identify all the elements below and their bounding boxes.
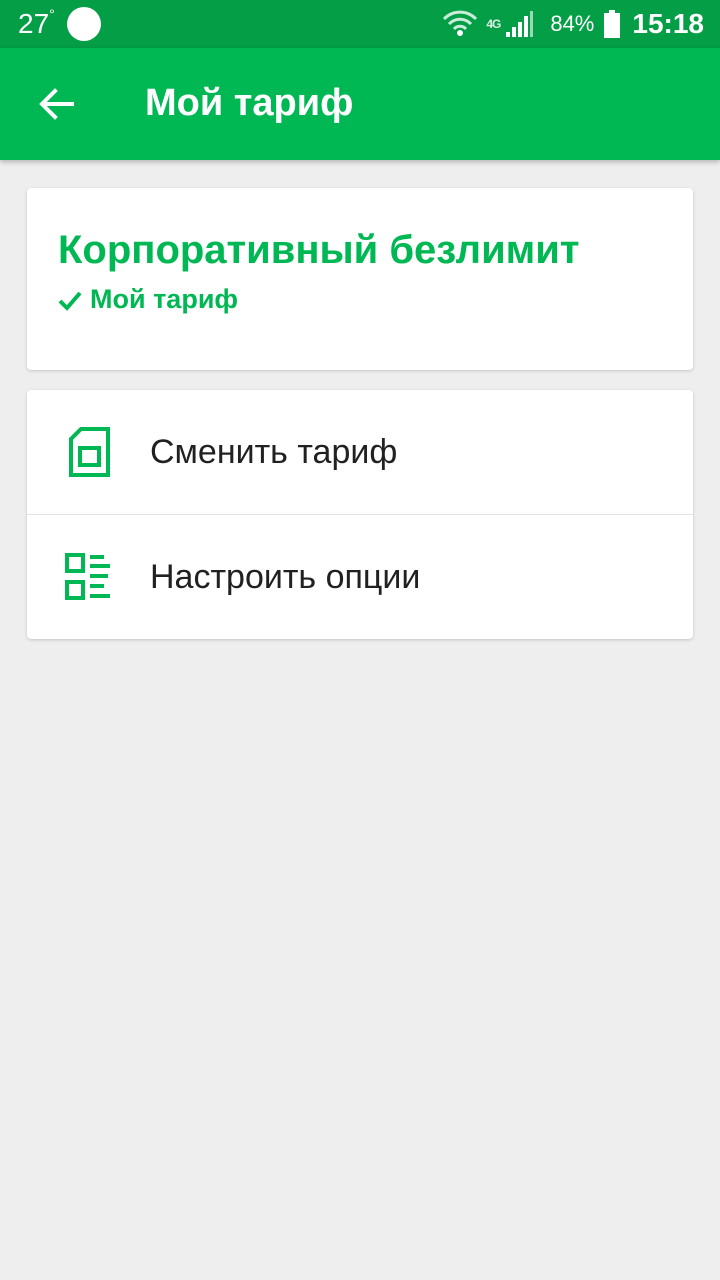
tariff-name: Корпоративный безлимит (58, 228, 580, 272)
page-title: Мой тариф (145, 82, 354, 124)
change-tariff-button[interactable]: Сменить тариф (27, 390, 693, 514)
configure-options-label: Настроить опции (150, 557, 421, 596)
status-clock: 15:18 (632, 8, 704, 39)
back-button[interactable] (30, 78, 82, 130)
current-tariff-card: Корпоративный безлимит Мой тариф (27, 188, 693, 370)
network-type: 4G (486, 17, 501, 31)
change-tariff-label: Сменить тариф (150, 432, 398, 471)
sim-card-icon (69, 427, 110, 477)
options-list-icon (65, 553, 110, 600)
status-icons: 4G 84% 15:18 (442, 0, 704, 48)
tariff-actions-card: Сменить тариф Настроить опции (27, 390, 693, 639)
arrow-left-icon (39, 88, 74, 120)
configure-options-button[interactable]: Настроить опции (27, 515, 693, 639)
weather-temperature: 27° (18, 6, 55, 39)
checkmark-icon (58, 291, 82, 311)
notification-dot-icon (67, 7, 101, 41)
battery-percent: 84% (550, 11, 595, 36)
battery-icon (604, 10, 621, 38)
signal-strength-icon (506, 11, 534, 37)
wifi-icon (443, 10, 478, 36)
my-tariff-badge-label: Мой тариф (90, 284, 239, 314)
my-tariff-badge: Мой тариф (58, 284, 238, 315)
app-bar: Мой тариф (0, 48, 720, 160)
status-bar: 27° 4G 84% 15:18 (0, 0, 720, 48)
